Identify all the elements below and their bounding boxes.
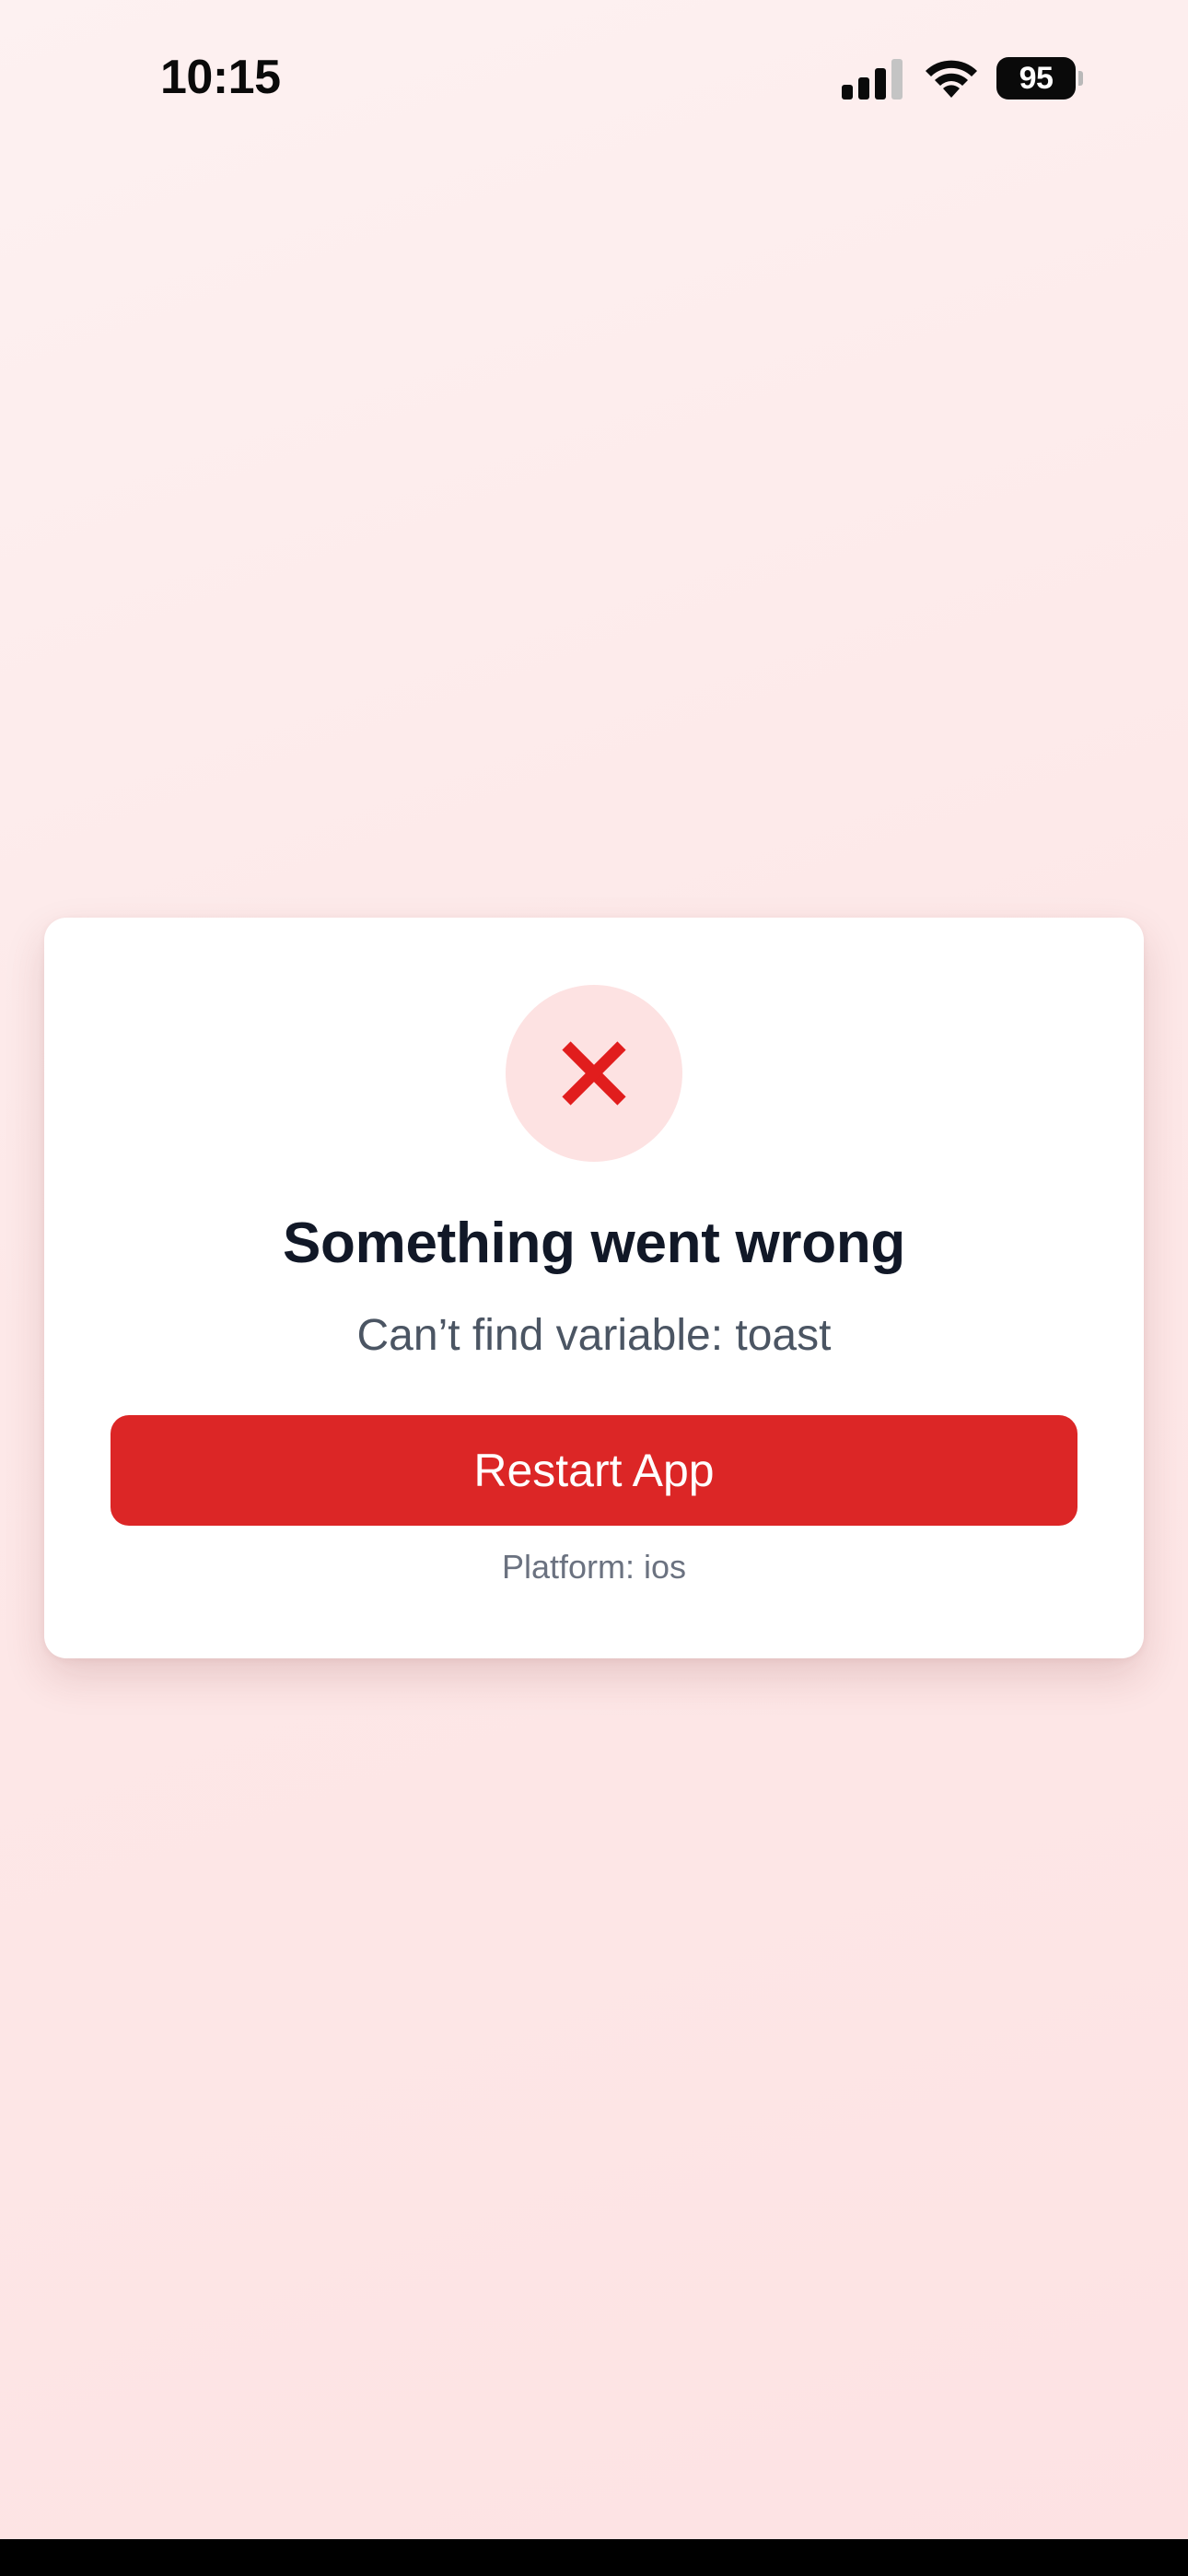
status-time: 10:15: [160, 51, 281, 104]
battery-level: 95: [1019, 61, 1054, 96]
platform-label: Platform: ios: [501, 1548, 687, 1586]
error-title: Something went wrong: [283, 1212, 905, 1275]
close-x-icon: [562, 1041, 626, 1106]
battery-indicator: 95: [996, 57, 1085, 101]
cellular-signal-icon: [842, 59, 903, 100]
error-card: Something went wrong Can’t find variable…: [44, 918, 1144, 1658]
battery-cap: [1078, 71, 1083, 86]
error-message: Can’t find variable: toast: [356, 1311, 832, 1360]
bottom-bar: [0, 2539, 1188, 2576]
error-icon-badge: [506, 985, 682, 1162]
wifi-icon: [926, 60, 977, 98]
status-bar: 10:15 95: [0, 0, 1188, 161]
restart-app-button[interactable]: Restart App: [111, 1415, 1077, 1526]
